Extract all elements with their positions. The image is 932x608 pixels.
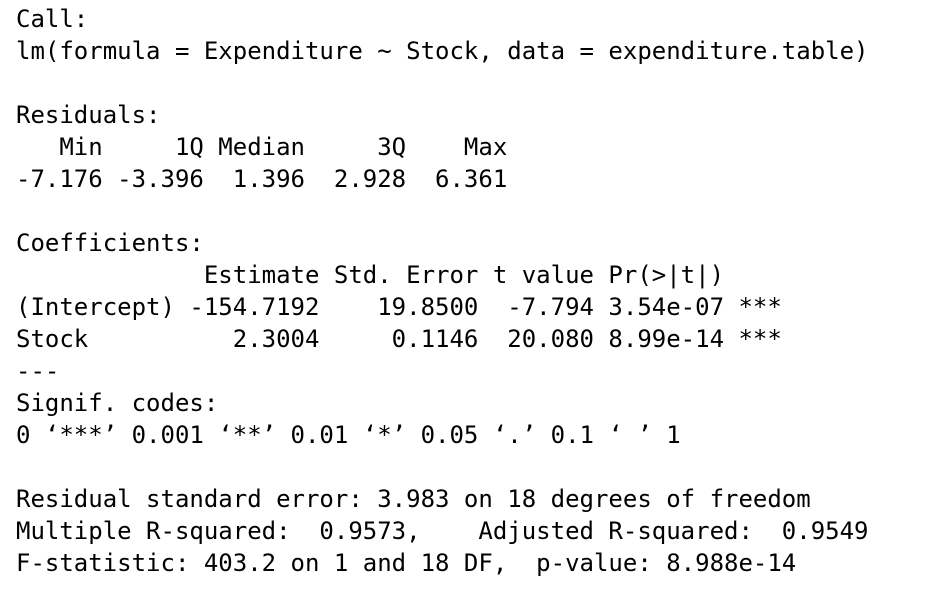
residual-standard-error: Residual standard error: 3.983 on 18 deg… xyxy=(16,485,811,513)
r-squared-line: Multiple R-squared: 0.9573, Adjusted R-s… xyxy=(16,517,883,545)
coefficients-row-intercept: (Intercept) -154.7192 19.8500 -7.794 3.5… xyxy=(16,293,782,321)
call-formula: lm(formula = Expenditure ~ Stock, data =… xyxy=(16,37,869,65)
signif-codes-header: Signif. codes: xyxy=(16,389,248,417)
residuals-header: Residuals: xyxy=(16,101,161,129)
coefficients-row-stock: Stock 2.3004 0.1146 20.080 8.99e-14 *** xyxy=(16,325,782,353)
residuals-values: -7.176 -3.396 1.396 2.928 6.361 xyxy=(16,165,522,193)
coefficients-header: Coefficients: xyxy=(16,229,204,257)
coefficients-column-headers: Estimate Std. Error t value Pr(>|t|) xyxy=(16,261,782,289)
residuals-labels: Min 1Q Median 3Q Max xyxy=(16,133,522,161)
separator-line: --- xyxy=(16,357,60,385)
signif-codes-legend: 0 ‘***’ 0.001 ‘**’ 0.01 ‘*’ 0.05 ‘.’ 0.1… xyxy=(16,421,681,449)
r-console-output: Call: lm(formula = Expenditure ~ Stock, … xyxy=(16,3,883,579)
f-statistic-line: F-statistic: 403.2 on 1 and 18 DF, p-val… xyxy=(16,549,797,577)
call-header: Call: xyxy=(16,5,89,33)
